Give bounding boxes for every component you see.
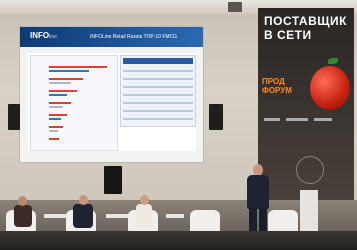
table-row (123, 118, 193, 120)
center-loudspeaker (104, 166, 122, 194)
table-row (123, 70, 193, 72)
side-table (166, 214, 184, 218)
slide-table (120, 55, 196, 127)
table-row (123, 78, 193, 80)
standing-speaker (247, 175, 269, 209)
sponsor-logo (286, 118, 308, 121)
chart-bar (49, 82, 71, 84)
side-table (106, 214, 130, 218)
chart-bar (49, 106, 63, 108)
forum-logo: ПРОД ФОРУМ (262, 77, 292, 95)
right-loudspeaker (209, 104, 223, 130)
chart-bar (49, 94, 67, 96)
apple-leaf (328, 58, 338, 64)
slide-logo: INFOline (30, 31, 57, 40)
projection-screen: INFOline INFOLine Retail Russia TOP-10 F… (20, 27, 203, 162)
sponsor-logo (264, 118, 280, 121)
chart-bar (49, 118, 61, 120)
table-row (123, 102, 193, 104)
panelist-1 (14, 205, 32, 227)
apple-image (310, 66, 350, 110)
chart-bar (49, 66, 107, 68)
stage-front-edge (0, 231, 357, 250)
table-row (123, 94, 193, 96)
ceiling-light (228, 2, 242, 12)
panelist-1-head (18, 196, 27, 206)
chart-bar (49, 78, 83, 80)
chart-bar (49, 70, 89, 72)
table-header (123, 58, 193, 64)
emblem-circle (296, 156, 324, 184)
slide-chart (30, 55, 118, 151)
slide-title: INFOLine Retail Russia TOP-10 FMCG (90, 34, 178, 40)
table-row (123, 110, 193, 112)
table-row (123, 86, 193, 88)
slide-header: INFOline INFOLine Retail Russia TOP-10 F… (20, 27, 203, 47)
left-loudspeaker (8, 104, 20, 130)
chart-bar (49, 138, 59, 140)
sponsor-logo (314, 118, 332, 121)
forum-banner: ПОСТАВЩИК В СЕТИ ПРОД ФОРУМ (258, 8, 354, 200)
slide-body (28, 53, 196, 151)
panelist-3-head (140, 195, 149, 205)
chart-bar (49, 114, 67, 116)
chart-bar (49, 126, 63, 128)
panelist-2 (73, 204, 93, 228)
side-table (44, 214, 66, 218)
panelist-3 (136, 204, 152, 228)
chart-bar (49, 130, 58, 132)
banner-title: ПОСТАВЩИК В СЕТИ (264, 14, 347, 42)
panelist-2-head (79, 195, 88, 205)
chart-bar (49, 90, 77, 92)
podium (300, 190, 318, 234)
chart-bar (49, 102, 71, 104)
